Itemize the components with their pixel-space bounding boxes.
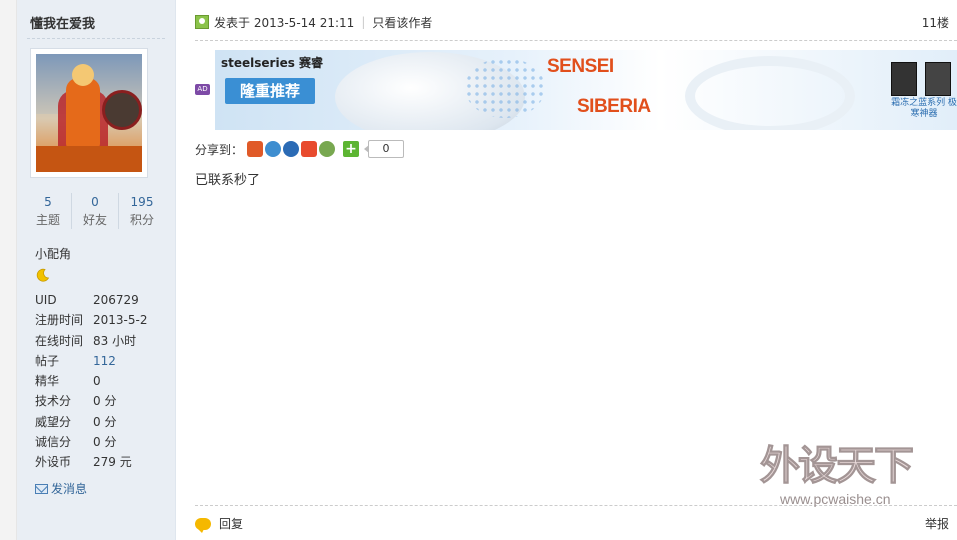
reply-label: 回复	[219, 517, 244, 531]
banner-promo: 隆重推荐	[225, 78, 315, 104]
share-qzone-icon[interactable]	[265, 141, 282, 157]
info-key: 注册时间	[35, 313, 84, 328]
info-row-online: 在线时间 83 小时	[35, 331, 170, 351]
info-key: 在线时间	[35, 333, 84, 348]
send-message-link[interactable]: 发消息	[35, 480, 87, 497]
stat-points-value: 195	[130, 195, 154, 209]
info-key: 精华	[35, 374, 60, 389]
share-weibo-icon[interactable]	[247, 141, 264, 157]
banner-product-box	[925, 62, 951, 96]
info-row-credit: 诚信分 0 分	[35, 432, 170, 452]
info-row-tech: 技术分 0 分	[35, 391, 170, 411]
share-more-icon[interactable]: +	[343, 141, 360, 157]
stat-points[interactable]: 195 积分	[119, 193, 165, 229]
info-value: 83 小时	[93, 333, 137, 348]
info-key: 技术分	[35, 394, 72, 409]
info-key: UID	[35, 293, 57, 307]
stat-friends[interactable]: 0 好友	[72, 193, 119, 229]
info-value: 0 分	[93, 394, 117, 409]
author-username[interactable]: 懂我在爱我	[30, 13, 95, 32]
info-key: 威望分	[35, 414, 72, 429]
stat-topics-value: 5	[44, 195, 52, 209]
info-row-posts: 帖子 112	[35, 351, 170, 371]
banner-caption: 霜冻之蓝系列 极寒神器	[891, 98, 957, 119]
info-value: 279 元	[93, 455, 132, 470]
post-time: 发表于 2013-5-14 21:11	[214, 15, 355, 30]
report-link[interactable]: 举报	[925, 515, 949, 532]
info-value: 0 分	[93, 414, 117, 429]
send-message-label: 发消息	[51, 482, 88, 496]
share-star-icon[interactable]	[301, 141, 318, 157]
stat-topics[interactable]: 5 主题	[25, 193, 72, 229]
info-value: 2013-5-2	[93, 313, 148, 328]
banner-brand: steelseries 赛睿	[221, 56, 324, 70]
banner-headset-graphic	[685, 56, 855, 130]
info-key: 帖子	[35, 353, 60, 368]
page-left-margin	[0, 0, 17, 540]
post-content: 已联系秒了	[195, 173, 261, 188]
banner-product-siberia: SIBERIA	[577, 96, 651, 117]
info-row-prestige: 威望分 0 分	[35, 412, 170, 432]
post-main: 发表于 2013-5-14 21:11 | 只看该作者 11楼 AD steel…	[176, 0, 957, 540]
info-key: 外设币	[35, 455, 72, 470]
stat-friends-value: 0	[91, 195, 99, 209]
banner-product-box	[891, 62, 917, 96]
posts-count-link[interactable]: 112	[93, 351, 116, 371]
mail-icon	[35, 483, 48, 494]
avatar[interactable]	[30, 48, 148, 178]
info-row-register: 注册时间 2013-5-2	[35, 310, 170, 330]
banner-product-sensei: SENSEI	[547, 56, 614, 77]
share-bar: 分享到： + 0	[195, 140, 405, 158]
post-header: 发表于 2013-5-14 21:11 | 只看该作者 11楼	[195, 12, 949, 32]
info-value: 206729	[93, 293, 139, 307]
share-label: 分享到：	[195, 142, 244, 157]
share-renren-icon[interactable]	[283, 141, 300, 157]
sidebar-divider	[27, 38, 165, 39]
info-key: 诚信分	[35, 435, 72, 450]
author-stats: 5 主题 0 好友 195 积分	[25, 193, 165, 229]
ad-banner[interactable]: steelseries 赛睿 隆重推荐 SENSEI SIBERIA 霜冻之蓝系…	[215, 50, 957, 130]
author-info-list: UID 206729 注册时间 2013-5-2 在线时间 83 小时 帖子 112 精…	[35, 290, 170, 473]
info-row-coins: 外设币 279 元	[35, 452, 170, 472]
banner-dots-graphic	[465, 58, 545, 118]
view-author-only-link[interactable]: 只看该作者	[372, 14, 432, 31]
stat-topics-label: 主题	[35, 213, 60, 227]
header-separator: |	[361, 15, 366, 29]
share-count: 0	[364, 140, 405, 158]
stat-friends-label: 好友	[82, 213, 107, 227]
info-value: 0 分	[93, 435, 117, 450]
reply-button[interactable]: 回复	[195, 515, 244, 533]
info-row-digest: 精华 0	[35, 371, 170, 391]
moon-icon	[36, 268, 50, 282]
floor-number[interactable]: 11楼	[922, 14, 949, 31]
user-rank: 小配角	[35, 247, 72, 261]
online-status-icon	[195, 15, 209, 29]
stat-points-label: 积分	[129, 213, 154, 227]
info-value: 0	[93, 374, 101, 389]
header-divider	[195, 40, 957, 41]
ad-badge: AD	[195, 84, 210, 95]
footer-divider	[195, 505, 957, 506]
avatar-image	[36, 54, 142, 172]
info-row-uid: UID 206729	[35, 290, 170, 310]
author-sidebar: 懂我在爱我 5 主题 0 好友 195 积分 小配角 UID206729 注册	[17, 0, 176, 540]
share-kaixin-icon[interactable]	[319, 141, 336, 157]
reply-icon	[195, 517, 211, 533]
